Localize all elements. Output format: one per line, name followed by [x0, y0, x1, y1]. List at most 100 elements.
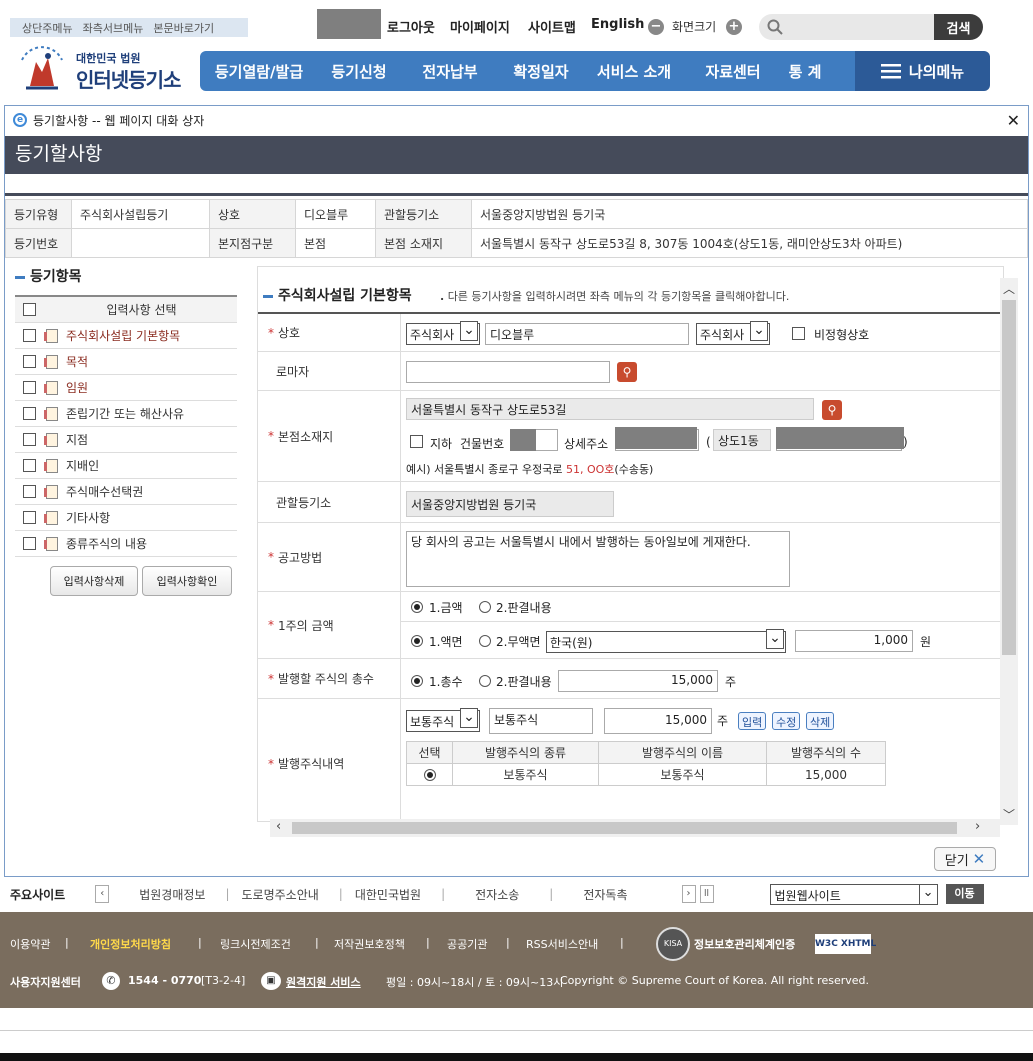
item-checkbox[interactable]	[23, 511, 36, 524]
remote-support-link[interactable]: 원격지원 서비스	[286, 974, 361, 990]
par-value-input[interactable]: 1,000	[795, 630, 913, 652]
nav-e-payment[interactable]: 전자납부	[400, 61, 500, 82]
sitemap-link[interactable]: 사이트맵	[528, 17, 576, 36]
dong-input[interactable]: 상도1동	[713, 429, 771, 451]
list-item[interactable]: 주식매수선택권	[15, 479, 237, 505]
item-purpose[interactable]: 목적	[66, 353, 88, 370]
total-judgment-radio[interactable]	[479, 675, 491, 687]
go-button[interactable]: 이동	[945, 884, 984, 904]
list-item[interactable]: 존립기간 또는 해산사유	[15, 401, 237, 427]
hscroll-thumb[interactable]	[292, 822, 957, 834]
currency-select[interactable]: 한국(원)	[546, 629, 786, 653]
item-checkbox[interactable]	[23, 407, 36, 420]
skip-link-top-menu[interactable]: 상단주메뉴	[22, 20, 73, 36]
item-checkbox[interactable]	[23, 329, 36, 342]
list-item[interactable]: 목적	[15, 349, 237, 375]
scroll-up-icon[interactable]: ︿	[1003, 280, 1015, 297]
scroll-thumb[interactable]	[1002, 300, 1016, 655]
site-select[interactable]: 법원웹사이트 ⌄	[769, 883, 938, 905]
item-checkbox[interactable]	[23, 485, 36, 498]
delete-input-button[interactable]: 입력사항삭제	[50, 566, 138, 596]
my-menu-button[interactable]: 나의메뉴	[855, 51, 990, 91]
list-item[interactable]: 임원	[15, 375, 237, 401]
item-checkbox[interactable]	[23, 381, 36, 394]
basement-checkbox[interactable]	[410, 435, 423, 448]
search-icon[interactable]: ⚲	[822, 400, 842, 420]
close-button[interactable]: 닫기 ✕	[934, 847, 996, 871]
footer-link[interactable]: 이용약관	[10, 936, 50, 952]
item-checkbox[interactable]	[23, 355, 36, 368]
row-select-cell[interactable]	[406, 763, 453, 786]
list-item[interactable]: 종류주식의 내용	[15, 531, 237, 557]
site-link[interactable]: 대한민국법원	[355, 886, 421, 903]
search-icon[interactable]: ⚲	[617, 362, 637, 382]
site-link[interactable]: 전자독촉	[583, 886, 627, 903]
zoom-in-icon[interactable]: +	[726, 19, 742, 35]
footer-link[interactable]: RSS서비스안내	[526, 936, 598, 952]
item-other[interactable]: 기타사항	[66, 509, 110, 526]
nav-data-center[interactable]: 자료센터	[686, 61, 780, 82]
issued-count-input[interactable]: 15,000	[604, 708, 712, 734]
close-icon[interactable]: ✕	[1007, 111, 1020, 130]
roman-name-input[interactable]	[406, 361, 610, 383]
table-row[interactable]: 보통주식 보통주식 15,000	[406, 763, 886, 786]
par-face-radio[interactable]	[411, 635, 423, 647]
item-checkbox[interactable]	[23, 433, 36, 446]
issued-kind-select[interactable]: 보통주식	[406, 708, 480, 732]
input-button[interactable]: 입력	[738, 712, 767, 730]
scroll-down-icon[interactable]: ﹀	[1003, 806, 1015, 823]
prev-icon[interactable]: ‹	[95, 885, 110, 903]
select-all-checkbox[interactable]	[23, 303, 36, 316]
confirm-input-button[interactable]: 입력사항확인	[142, 566, 232, 596]
nav-apply[interactable]: 등기신청	[318, 61, 400, 82]
list-item[interactable]: 지점	[15, 427, 237, 453]
zoom-out-icon[interactable]: −	[648, 19, 664, 35]
name-prefix-select[interactable]: 주식회사	[406, 321, 480, 345]
nav-view-issue[interactable]: 등기열람/발급	[200, 61, 318, 82]
total-count-radio[interactable]	[411, 675, 423, 687]
delete-button[interactable]: 삭제	[806, 712, 835, 730]
par-noface-radio[interactable]	[479, 635, 491, 647]
row-select-radio[interactable]	[423, 769, 436, 781]
item-officers[interactable]: 임원	[66, 379, 88, 396]
footer-link[interactable]: 저작권보호정책	[334, 936, 405, 952]
item-class-shares[interactable]: 종류주식의 내용	[66, 535, 147, 552]
item-checkbox[interactable]	[23, 459, 36, 472]
pause-icon[interactable]: ll	[699, 885, 714, 903]
name-suffix-select[interactable]: 주식회사	[696, 321, 770, 345]
mypage-link[interactable]: 마이페이지	[450, 17, 510, 36]
item-stock-option[interactable]: 주식매수선택권	[66, 483, 143, 500]
logout-link[interactable]: 로그아웃	[387, 17, 435, 36]
scroll-right-icon[interactable]: ›	[975, 819, 980, 834]
item-manager[interactable]: 지배인	[66, 457, 99, 474]
footer-link[interactable]: 링크시전제조건	[220, 936, 291, 952]
edit-button[interactable]: 수정	[772, 712, 801, 730]
notice-textarea[interactable]: 당 회사의 공고는 서울특별시 내에서 발행하는 동아일보에 게재한다.	[406, 531, 790, 587]
nav-service-intro[interactable]: 서비스 소개	[582, 61, 686, 82]
list-item[interactable]: 지배인	[15, 453, 237, 479]
site-link[interactable]: 법원경매정보	[139, 886, 205, 903]
nav-statistics[interactable]: 통 계	[780, 61, 830, 82]
item-checkbox[interactable]	[23, 537, 36, 550]
horizontal-scrollbar[interactable]: ‹ ›	[270, 819, 1000, 837]
scroll-left-icon[interactable]: ‹	[276, 819, 281, 834]
list-item[interactable]: 기타사항	[15, 505, 237, 531]
search-button[interactable]: 검색	[934, 14, 983, 40]
par-amount-radio[interactable]	[411, 601, 423, 613]
vertical-scrollbar[interactable]: ︿ ﹀	[1000, 278, 1018, 825]
site-link[interactable]: 도로명주소안내	[242, 886, 319, 903]
skip-link-content[interactable]: 본문바로가기	[153, 20, 214, 36]
item-branch[interactable]: 지점	[66, 431, 88, 448]
privacy-policy-link[interactable]: 개인정보처리방침	[90, 936, 171, 952]
issued-kind-name-input[interactable]: 보통주식	[489, 708, 593, 734]
site-link[interactable]: 전자소송	[475, 886, 519, 903]
list-item[interactable]: 주식회사설립 기본항목	[15, 323, 237, 349]
par-judgment-radio[interactable]	[479, 601, 491, 613]
next-icon[interactable]: ›	[681, 885, 696, 903]
total-shares-input[interactable]: 15,000	[558, 670, 718, 692]
nonstandard-name-checkbox[interactable]	[792, 327, 805, 340]
item-basic[interactable]: 주식회사설립 기본항목	[66, 327, 180, 344]
english-link[interactable]: English	[591, 17, 644, 32]
company-name-input[interactable]: 디오블루	[485, 323, 689, 345]
road-address-input[interactable]: 서울특별시 동작구 상도로53길	[406, 398, 814, 420]
